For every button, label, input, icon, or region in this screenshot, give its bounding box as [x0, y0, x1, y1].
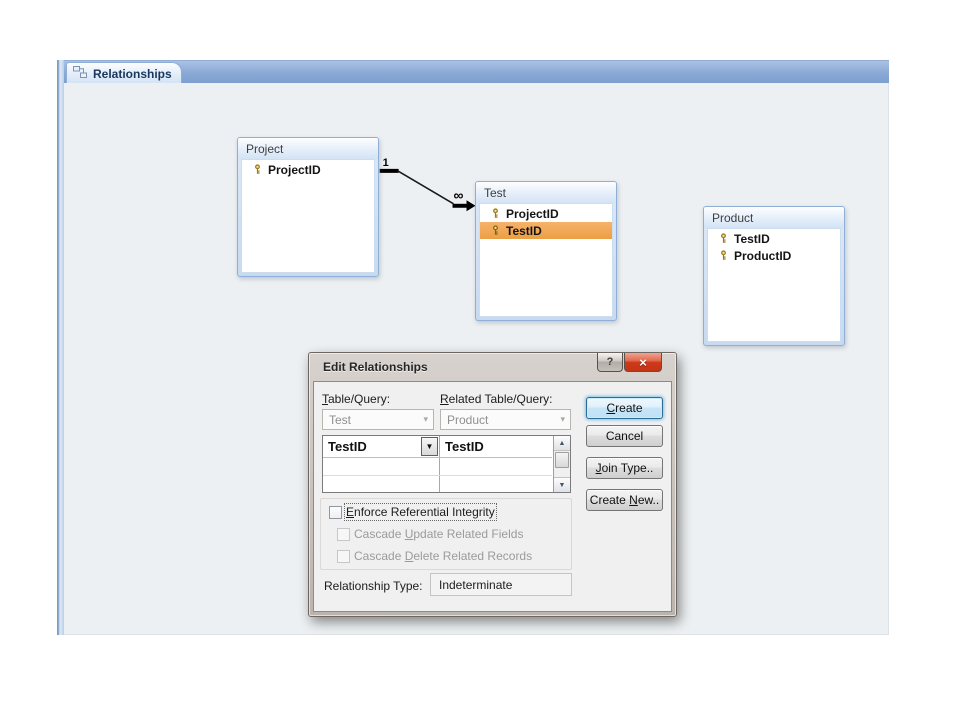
dialog-title-bar[interactable]: Edit Relationships ? × [309, 353, 676, 381]
table-project[interactable]: Project ProjectID [237, 137, 379, 277]
chevron-down-icon: ▾ [423, 414, 428, 424]
field-row-projectid[interactable]: ProjectID [242, 161, 374, 178]
close-icon: × [639, 354, 647, 370]
field-name: ProductID [734, 248, 792, 263]
field-name: ProjectID [268, 162, 321, 177]
primary-key-icon [252, 164, 263, 175]
table-project-header[interactable]: Project [238, 138, 378, 159]
cascade-delete-label: Cascade Delete Related Records [354, 549, 533, 563]
primary-key-icon [718, 250, 729, 261]
grid-cell-right-field[interactable]: TestID [440, 436, 552, 457]
relationships-diagram-icon [73, 65, 87, 83]
field-dropdown-button[interactable]: ▼ [421, 437, 438, 456]
create-new-button[interactable]: Create New.. [586, 489, 663, 511]
table-test-header[interactable]: Test [476, 182, 616, 203]
related-table-query-label: Related Table/Query: [440, 392, 553, 406]
cancel-button[interactable]: Cancel [586, 425, 663, 447]
caption-buttons: ? × [597, 353, 662, 372]
scroll-down-button[interactable]: ▼ [554, 477, 570, 492]
scroll-down-icon: ▼ [558, 481, 566, 489]
field-name: ProjectID [506, 206, 559, 221]
dropdown-arrow-icon: ▼ [425, 442, 434, 451]
table-title: Project [246, 141, 284, 156]
table-query-label: Table/Query: [322, 392, 391, 406]
grid-row-2[interactable] [323, 459, 552, 476]
field-row-productid[interactable]: ProductID [708, 247, 840, 264]
enforce-referential-integrity-row: Enforce Referential Integrity [329, 503, 497, 521]
many-side-label: ∞ [454, 187, 464, 203]
page: Relationships 1 ∞ Project ProjectID Test… [0, 0, 959, 719]
cascade-update-row: Cascade Update Related Fields [337, 527, 523, 541]
table-test[interactable]: Test ProjectID TestID [475, 181, 617, 321]
navigation-pane-edge[interactable] [57, 60, 64, 635]
enforce-referential-integrity-checkbox[interactable] [329, 505, 342, 519]
tab-label: Relationships [93, 66, 172, 81]
field-row-testid-selected[interactable]: TestID [480, 222, 612, 239]
join-type-button[interactable]: Join Type.. [586, 457, 663, 479]
field-name: TestID [734, 231, 770, 246]
field-row-testid[interactable]: TestID [708, 230, 840, 247]
grid-cell-left-field[interactable]: TestID ▼ [323, 436, 439, 457]
close-button[interactable]: × [624, 353, 662, 372]
document-tab-bar: Relationships [64, 60, 889, 84]
table-product-fields: TestID ProductID [707, 228, 841, 342]
primary-key-icon [490, 208, 501, 219]
cascade-delete-checkbox [337, 549, 350, 563]
help-button[interactable]: ? [597, 353, 623, 372]
table-query-combo: Test ▾ [322, 409, 434, 430]
tab-relationships[interactable]: Relationships [66, 62, 182, 84]
table-project-fields: ProjectID [241, 159, 375, 273]
table-query-value: Test [329, 412, 352, 427]
edit-relationships-dialog: Edit Relationships ? × Table/Query: Rela… [308, 352, 677, 617]
field-pair-grid: TestID ▼ TestID ▲ ▼ [322, 435, 571, 493]
cascade-delete-row: Cascade Delete Related Records [337, 549, 532, 563]
one-side-label: 1 [383, 157, 389, 169]
table-product-header[interactable]: Product [704, 207, 844, 228]
field-row-projectid[interactable]: ProjectID [480, 205, 612, 222]
table-title: Test [484, 185, 507, 200]
table-test-fields: ProjectID TestID [479, 203, 613, 317]
scroll-up-button[interactable]: ▲ [554, 436, 570, 451]
right-field-value: TestID [445, 439, 484, 454]
table-product[interactable]: Product TestID ProductID [703, 206, 845, 346]
related-table-query-value: Product [447, 412, 489, 427]
scrollbar-thumb[interactable] [555, 452, 569, 468]
enforce-referential-integrity-label[interactable]: Enforce Referential Integrity [344, 503, 497, 521]
chevron-down-icon: ▾ [560, 414, 565, 424]
left-field-value: TestID [328, 439, 367, 454]
cascade-update-label: Cascade Update Related Fields [354, 527, 524, 541]
dialog-title: Edit Relationships [323, 360, 428, 374]
primary-key-icon [718, 233, 729, 244]
table-title: Product [712, 210, 754, 225]
help-icon: ? [606, 356, 614, 368]
grid-scrollbar[interactable]: ▲ ▼ [553, 436, 570, 492]
dialog-body: Table/Query: Related Table/Query: Test ▾… [313, 381, 672, 612]
relationship-type-label: Relationship Type: [324, 579, 423, 593]
create-button[interactable]: Create [586, 397, 663, 419]
related-table-query-combo: Product ▾ [440, 409, 571, 430]
scroll-up-icon: ▲ [558, 439, 566, 447]
grid-row-1: TestID ▼ TestID [323, 436, 552, 458]
referential-integrity-group: Enforce Referential Integrity Cascade Up… [320, 498, 572, 570]
primary-key-icon [490, 225, 501, 236]
grid-row-3[interactable] [323, 477, 552, 494]
cascade-update-checkbox [337, 527, 350, 541]
relationship-type-value: Indeterminate [430, 573, 572, 596]
field-name: TestID [506, 223, 542, 238]
